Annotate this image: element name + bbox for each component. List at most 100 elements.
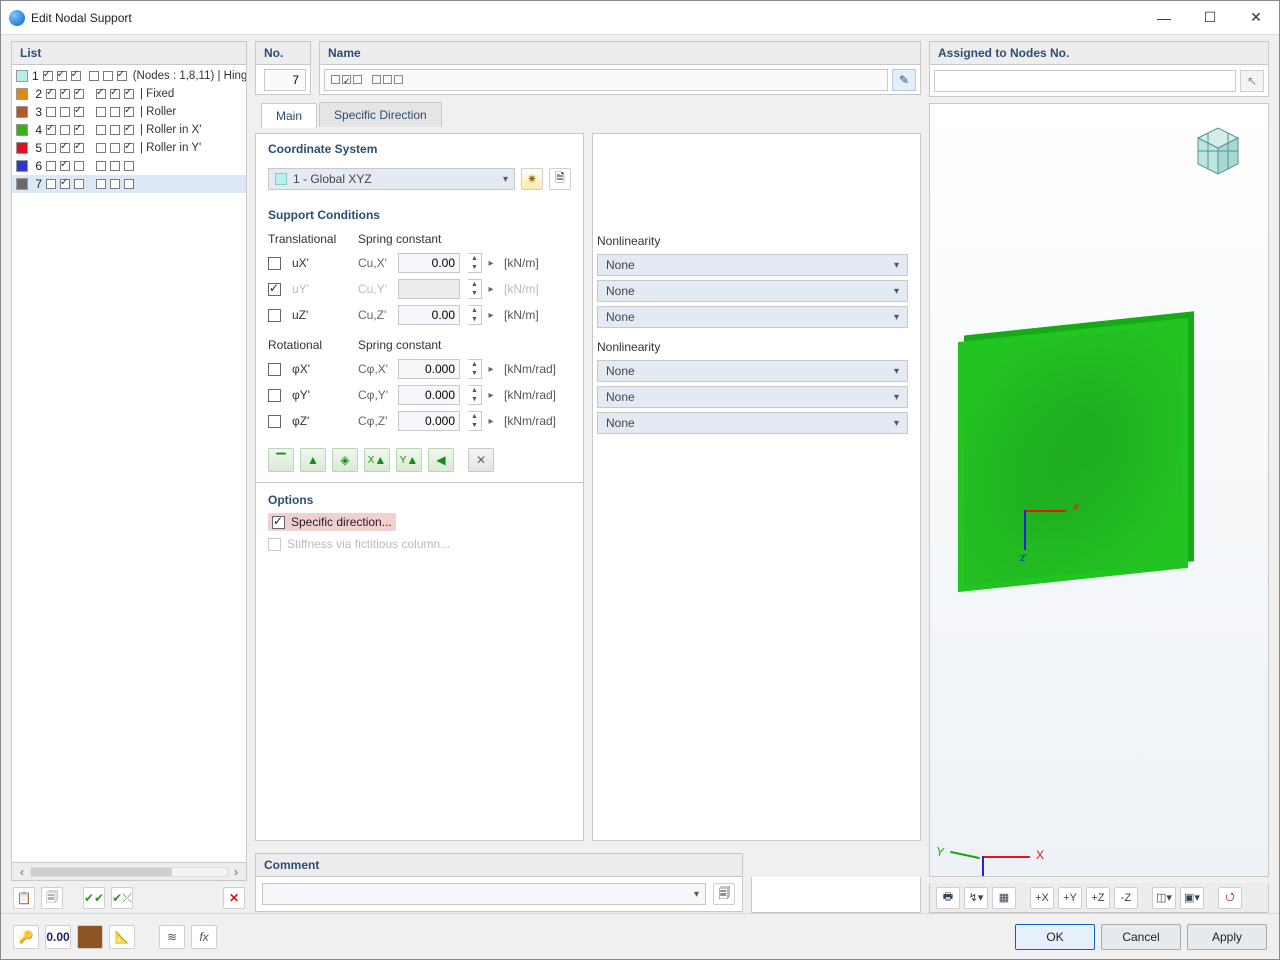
- apply-arrow-icon[interactable]: ▸: [484, 310, 498, 321]
- rotational-checkbox[interactable]: [268, 363, 281, 376]
- close-button[interactable]: ✕: [1233, 1, 1279, 35]
- mini-checkbox: [96, 143, 106, 153]
- view-plus-y-button[interactable]: +Y: [1058, 887, 1082, 909]
- tab-main[interactable]: Main: [261, 103, 317, 128]
- spinner[interactable]: ▲▼: [468, 253, 482, 273]
- view-reset-button[interactable]: ⭯: [1218, 887, 1242, 909]
- cancel-button[interactable]: Cancel: [1101, 924, 1181, 950]
- support-preset-clear-button[interactable]: ✕: [468, 448, 494, 472]
- spinner[interactable]: ▲▼: [468, 305, 482, 325]
- view-grid-button[interactable]: ▦: [992, 887, 1016, 909]
- rotational-spring-input[interactable]: [398, 411, 460, 431]
- spinner[interactable]: ▲▼: [468, 359, 482, 379]
- list-item[interactable]: 7: [12, 175, 246, 193]
- apply-button[interactable]: Apply: [1187, 924, 1267, 950]
- ok-button[interactable]: OK: [1015, 924, 1095, 950]
- specific-direction-checkbox[interactable]: [272, 516, 285, 529]
- uncheck-button[interactable]: ✔⤫: [111, 887, 133, 909]
- translational-spring-input: [398, 279, 460, 299]
- view-plus-z-button[interactable]: +Z: [1086, 887, 1110, 909]
- rotational-checkbox[interactable]: [268, 415, 281, 428]
- mini-checkbox: [124, 125, 134, 135]
- support-preset-x-button[interactable]: X▲: [364, 448, 390, 472]
- footer-script-button[interactable]: ≋: [159, 925, 185, 949]
- support-preset-1-button[interactable]: ▔: [268, 448, 294, 472]
- translational-checkbox[interactable]: [268, 257, 281, 270]
- coord-system-select[interactable]: 1 - Global XYZ ▾: [268, 168, 515, 190]
- name-field[interactable]: [324, 69, 888, 91]
- list-item[interactable]: 1(Nodes : 1,8,11) | Hinged: [12, 67, 246, 85]
- name-edit-button[interactable]: ✎: [892, 69, 916, 91]
- mini-checkbox: [96, 161, 106, 171]
- translational-checkbox[interactable]: [268, 309, 281, 322]
- translational-nonlinearity-select[interactable]: None▾: [597, 254, 908, 276]
- support-preset-3-button[interactable]: ◈: [332, 448, 358, 472]
- rotational-spring-input[interactable]: [398, 385, 460, 405]
- nonlinearity-header-rot: Nonlinearity: [597, 340, 908, 354]
- copy-item-button[interactable]: 🗐: [41, 887, 63, 909]
- tab-specific-direction[interactable]: Specific Direction: [319, 102, 442, 127]
- preview-viewport[interactable]: [929, 103, 1269, 877]
- translational-spring-input[interactable]: [398, 305, 460, 325]
- no-input[interactable]: [264, 69, 306, 91]
- footer-help-button[interactable]: 🔑: [13, 925, 39, 949]
- rotational-nonlinearity-select[interactable]: None▾: [597, 360, 908, 382]
- view-print-button[interactable]: 🖶: [936, 887, 960, 909]
- translational-nonlinearity-select[interactable]: None▾: [597, 280, 908, 302]
- check-button[interactable]: ✔✔: [83, 887, 105, 909]
- apply-arrow-icon[interactable]: ▸: [484, 364, 498, 375]
- apply-arrow-icon[interactable]: ▸: [484, 258, 498, 269]
- scroll-right-icon[interactable]: ›: [228, 865, 244, 879]
- comment-pick-button[interactable]: 🗐: [713, 883, 735, 905]
- rotational-label: φX': [292, 362, 358, 376]
- pick-nodes-button[interactable]: ↖: [1240, 70, 1264, 92]
- view-iso-button[interactable]: ◫▾: [1152, 887, 1176, 909]
- footer-fx-button[interactable]: fx: [191, 925, 217, 949]
- translational-unit: [kN/m]: [500, 256, 560, 270]
- footer-color-button[interactable]: [77, 925, 103, 949]
- translational-nonlinearity-select[interactable]: None▾: [597, 306, 908, 328]
- apply-arrow-icon[interactable]: ▸: [484, 416, 498, 427]
- list-item[interactable]: 3| Roller: [12, 103, 246, 121]
- footer-units-button[interactable]: 0.00: [45, 925, 71, 949]
- spinner[interactable]: ▲▼: [468, 411, 482, 431]
- support-preset-y-button[interactable]: Y▲: [396, 448, 422, 472]
- support-preset-2-button[interactable]: ▲: [300, 448, 326, 472]
- support-list[interactable]: 1(Nodes : 1,8,11) | Hinged2| Fixed3| Rol…: [11, 65, 247, 863]
- option-specific-direction[interactable]: Specific direction...: [268, 513, 396, 531]
- list-horizontal-scrollbar[interactable]: ‹ ›: [11, 863, 247, 881]
- maximize-button[interactable]: ☐: [1187, 1, 1233, 35]
- rotational-spring-label: Cφ,Z': [358, 414, 398, 428]
- assigned-nodes-input[interactable]: [934, 70, 1236, 92]
- list-item[interactable]: 2| Fixed: [12, 85, 246, 103]
- list-item[interactable]: 5| Roller in Y': [12, 139, 246, 157]
- translational-checkbox[interactable]: [268, 283, 281, 296]
- coord-edit-button[interactable]: 🗎: [549, 168, 571, 190]
- list-item[interactable]: 4| Roller in X': [12, 121, 246, 139]
- color-swatch: [16, 70, 28, 82]
- support-preset-5-button[interactable]: ◀: [428, 448, 454, 472]
- mini-checkbox: [103, 71, 113, 81]
- view-render-button[interactable]: ▣▾: [1180, 887, 1204, 909]
- mini-checkbox: [46, 107, 56, 117]
- footer-calc-button[interactable]: 📐: [109, 925, 135, 949]
- minimize-button[interactable]: —: [1141, 1, 1187, 35]
- name-label: Name: [319, 41, 921, 65]
- delete-item-button[interactable]: ✕: [223, 887, 245, 909]
- list-item[interactable]: 6: [12, 157, 246, 175]
- new-item-button[interactable]: 📋: [13, 887, 35, 909]
- comment-select[interactable]: ▾: [262, 883, 706, 905]
- translational-spring-input[interactable]: [398, 253, 460, 273]
- view-axes-button[interactable]: ↯▾: [964, 887, 988, 909]
- rotational-checkbox[interactable]: [268, 389, 281, 402]
- rotational-nonlinearity-select[interactable]: None▾: [597, 412, 908, 434]
- coord-new-button[interactable]: ✷: [521, 168, 543, 190]
- rotational-spring-input[interactable]: [398, 359, 460, 379]
- view-minus-z-button[interactable]: -Z: [1114, 887, 1138, 909]
- apply-arrow-icon[interactable]: ▸: [484, 390, 498, 401]
- view-plus-x-button[interactable]: +X: [1030, 887, 1054, 909]
- rotational-nonlinearity-select[interactable]: None▾: [597, 386, 908, 408]
- spinner[interactable]: ▲▼: [468, 385, 482, 405]
- scroll-left-icon[interactable]: ‹: [14, 865, 30, 879]
- view-cube-icon[interactable]: [1188, 124, 1248, 180]
